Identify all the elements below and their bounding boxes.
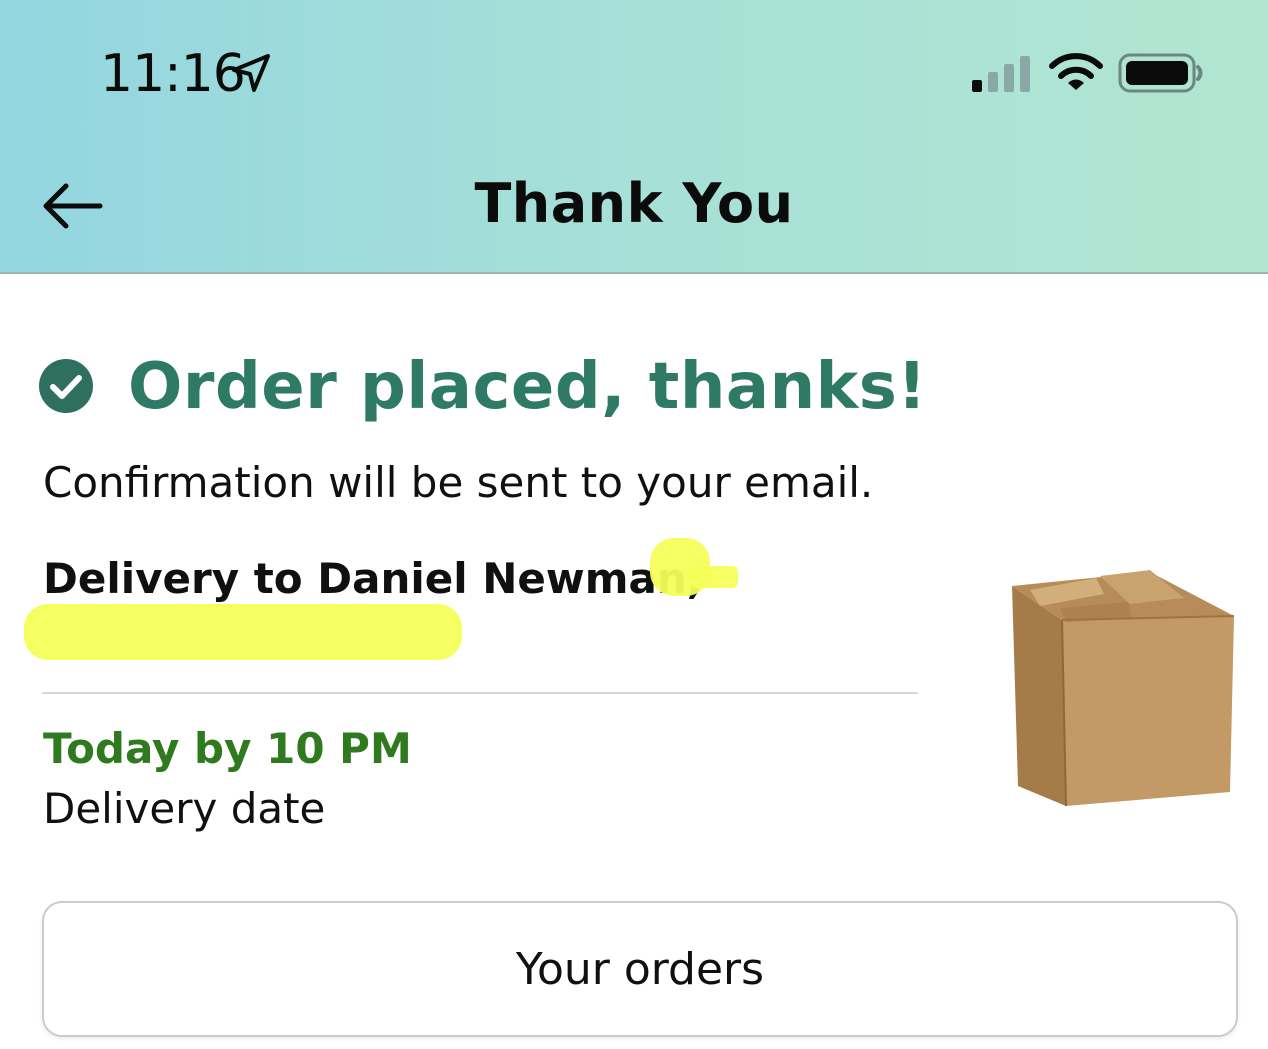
battery-icon: [1118, 53, 1203, 93]
app-header: 11:16 Thank You: [0, 0, 1268, 274]
section-divider: [42, 692, 918, 694]
delivery-date-label: Delivery date: [43, 784, 326, 833]
page-title: Thank You: [474, 172, 794, 235]
delivery-recipient: Delivery to Daniel Newman,: [43, 554, 703, 603]
cardboard-box-image: [1012, 570, 1235, 807]
redaction-mark: [690, 566, 738, 588]
status-time: 11:16: [100, 44, 246, 104]
cellular-signal-icon: [972, 56, 1030, 92]
wifi-icon: [1049, 53, 1103, 90]
order-success-title: Order placed, thanks!: [128, 350, 927, 424]
redaction-mark: [24, 604, 462, 660]
delivery-eta: Today by 10 PM: [43, 724, 412, 773]
location-arrow-icon: [232, 54, 270, 92]
check-circle-icon: [39, 359, 93, 413]
your-orders-button[interactable]: Your orders: [42, 901, 1238, 1037]
confirmation-message: Confirmation will be sent to your email.: [43, 458, 874, 507]
